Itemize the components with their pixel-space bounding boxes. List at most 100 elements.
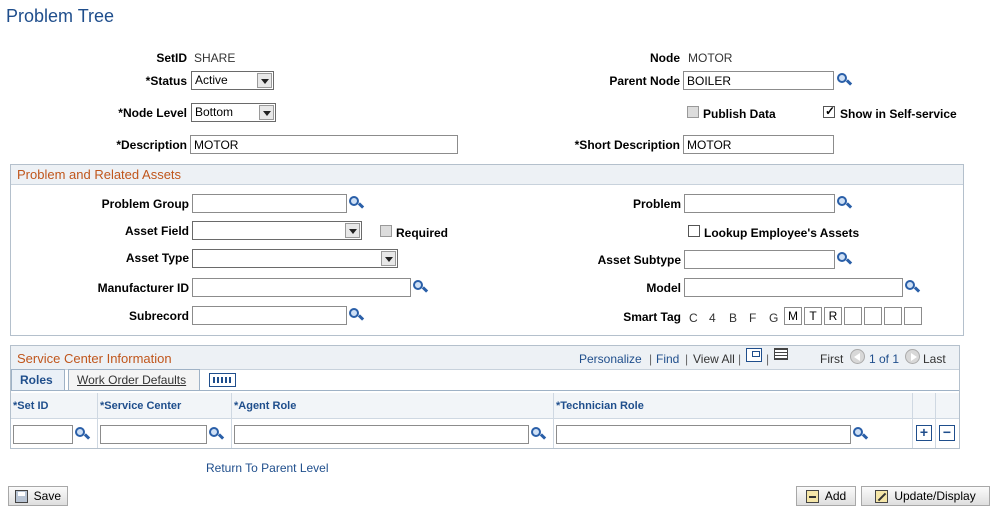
save-button[interactable]: Save [8, 486, 68, 506]
update-display-button[interactable]: Update/Display [861, 486, 990, 506]
smart-tag-cell[interactable]: M [784, 307, 802, 325]
setid-value: SHARE [194, 51, 236, 65]
separator: | [738, 352, 742, 366]
column-divider [97, 393, 98, 448]
publish-data-checkbox[interactable] [687, 106, 699, 118]
status-label: *Status [145, 74, 187, 88]
dropdown-arrow-icon [345, 223, 360, 238]
column-header-technician-role: *Technician Role [556, 400, 644, 412]
delete-row-icon[interactable]: − [939, 425, 955, 441]
smart-tag-letter: F [749, 311, 757, 325]
add-icon [805, 489, 819, 503]
smart-tag-letter: 4 [709, 311, 716, 325]
problem-lookup-icon[interactable] [837, 196, 853, 210]
asset-subtype-label: Asset Subtype [597, 253, 681, 267]
asset-subtype-input[interactable] [684, 250, 835, 269]
setid-lookup-icon[interactable] [75, 427, 91, 441]
model-lookup-icon[interactable] [905, 280, 921, 294]
view-all-link[interactable]: View All [693, 352, 735, 366]
parent-node-lookup-icon[interactable] [837, 73, 853, 87]
show-self-service-checkbox[interactable] [823, 104, 835, 118]
separator: | [649, 352, 653, 366]
smart-tag-letter: B [729, 311, 738, 325]
status-select[interactable]: Active [191, 71, 274, 90]
last-label[interactable]: Last [923, 352, 946, 366]
asset-subtype-lookup-icon[interactable] [837, 252, 853, 266]
smart-tag-cell[interactable] [904, 307, 922, 325]
service-center-header: Service Center Information [11, 346, 959, 370]
smart-tag-letter: C [689, 311, 698, 325]
smart-tag-cell[interactable] [884, 307, 902, 325]
dropdown-arrow-icon [381, 251, 396, 266]
problem-group-input[interactable] [192, 194, 347, 213]
add-button-label: Add [824, 489, 847, 503]
agent-role-cell-input[interactable] [234, 425, 529, 444]
separator: | [766, 352, 770, 366]
page-title: Problem Tree [6, 6, 115, 26]
short-description-label: *Short Description [574, 138, 680, 152]
subrecord-lookup-icon[interactable] [349, 308, 365, 322]
problem-assets-header: Problem and Related Assets [11, 165, 963, 185]
save-icon [15, 489, 28, 503]
manufacturer-lookup-icon[interactable] [413, 280, 429, 294]
smart-tag-cell[interactable]: R [824, 307, 842, 325]
problem-group-label: Problem Group [101, 197, 189, 211]
update-display-button-label: Update/Display [894, 489, 976, 503]
manufacturer-input[interactable] [192, 278, 411, 297]
service-center-lookup-icon[interactable] [209, 427, 225, 441]
node-level-select[interactable]: Bottom [191, 103, 276, 122]
personalize-link[interactable]: Personalize [579, 352, 642, 366]
separator: | [685, 352, 689, 366]
find-link[interactable]: Find [656, 352, 679, 366]
technician-role-cell-input[interactable] [556, 425, 851, 444]
column-divider [912, 393, 913, 448]
asset-type-select[interactable] [192, 249, 398, 268]
subrecord-label: Subrecord [128, 309, 189, 323]
column-header-agent-role: *Agent Role [234, 400, 297, 412]
return-to-parent-link[interactable]: Return To Parent Level [206, 461, 329, 475]
tab-work-order-defaults[interactable]: Work Order Defaults [68, 369, 200, 390]
smart-tag-cell[interactable] [844, 307, 862, 325]
description-label: *Description [116, 138, 187, 152]
download-grid-icon[interactable] [774, 348, 788, 360]
required-checkbox[interactable] [380, 225, 392, 237]
add-button[interactable]: Add [796, 486, 856, 506]
tab-bar [11, 390, 959, 391]
smart-tag-cell[interactable]: T [804, 307, 822, 325]
first-label[interactable]: First [820, 352, 843, 366]
dropdown-arrow-icon [259, 105, 274, 120]
agent-role-lookup-icon[interactable] [531, 427, 547, 441]
show-all-columns-icon[interactable] [209, 373, 236, 387]
page-range: 1 of 1 [869, 352, 900, 366]
dropdown-arrow-icon [257, 73, 272, 88]
parent-node-input[interactable] [683, 71, 834, 90]
problem-input[interactable] [684, 194, 835, 213]
add-row-icon[interactable]: + [916, 425, 932, 441]
tab-roles[interactable]: Roles [11, 369, 65, 390]
problem-label: Problem [632, 197, 681, 211]
new-window-icon[interactable] [746, 348, 762, 362]
setid-cell-input[interactable] [13, 425, 73, 444]
smart-tag-cell[interactable] [864, 307, 882, 325]
subrecord-input[interactable] [192, 306, 347, 325]
description-input[interactable] [190, 135, 458, 154]
model-label: Model [646, 281, 681, 295]
service-center-cell-input[interactable] [100, 425, 207, 444]
publish-data-label: Publish Data [703, 107, 776, 121]
problem-group-lookup-icon[interactable] [349, 196, 365, 210]
node-value: MOTOR [688, 51, 733, 65]
previous-icon[interactable] [850, 349, 865, 364]
lookup-employee-checkbox[interactable] [688, 225, 700, 237]
node-level-value: Bottom [195, 105, 234, 119]
model-input[interactable] [684, 278, 903, 297]
short-description-input[interactable] [683, 135, 834, 154]
next-icon[interactable] [905, 349, 920, 364]
column-divider [553, 393, 554, 448]
manufacturer-label: Manufacturer ID [97, 281, 189, 295]
save-button-label: Save [33, 489, 61, 503]
technician-role-lookup-icon[interactable] [853, 427, 869, 441]
setid-label: SetID [156, 51, 187, 65]
asset-field-label: Asset Field [124, 224, 189, 238]
asset-field-select[interactable] [192, 221, 362, 240]
edit-icon [875, 489, 889, 503]
